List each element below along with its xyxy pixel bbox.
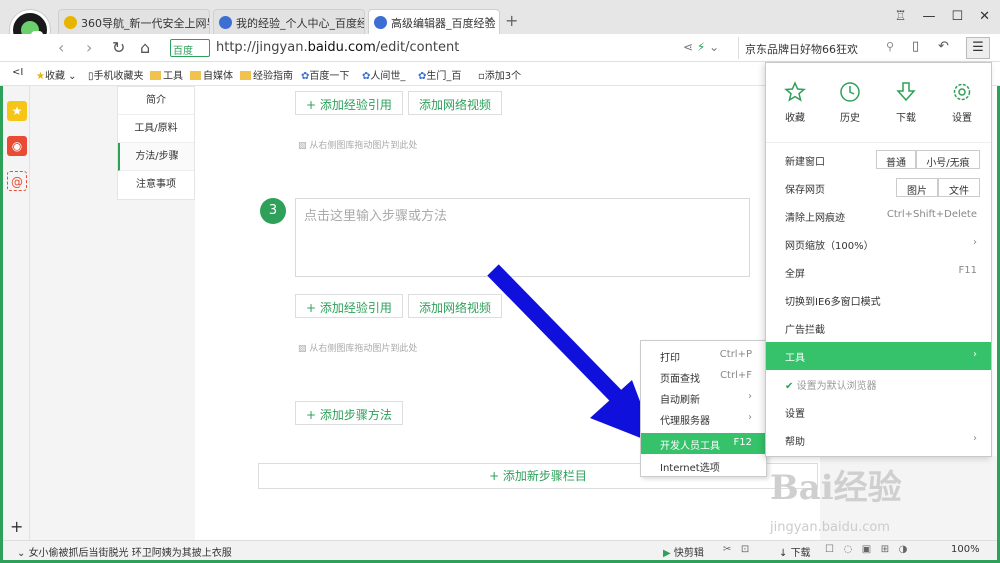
clock-icon: [840, 82, 860, 102]
menu-internet-options[interactable]: Internet选项: [641, 455, 766, 476]
new-window-private[interactable]: 小号/无痕: [916, 150, 980, 169]
check-icon: ✔: [785, 381, 794, 392]
menu-adblock[interactable]: 广告拦截: [766, 314, 991, 342]
menu-default-browser[interactable]: ✔ 设置为默认浏览器: [766, 370, 991, 398]
menu-ie6[interactable]: 切换到IE6多窗口模式: [766, 286, 991, 314]
news-ticker[interactable]: ⌄ 女小偷被抓后当街脱光 环卫阿姨为其披上衣服: [17, 544, 232, 559]
menu-history[interactable]: 历史: [830, 81, 870, 124]
menu-favorites[interactable]: 收藏: [775, 81, 815, 124]
menu-zoom[interactable]: 网页缩放（100%） ›: [766, 230, 991, 258]
status-bar: ⌄ 女小偷被抓后当街脱光 环卫阿姨为其披上衣服 ▶ 快剪辑 ✂ ⊡ ↓ 下载 ☐…: [3, 540, 997, 560]
menu-new-window[interactable]: 新建窗口 普通 小号/无痕: [766, 146, 991, 174]
menu-download[interactable]: 下载: [886, 81, 926, 124]
menu-fullscreen[interactable]: 全屏 F11: [766, 258, 991, 286]
menu-settings-item[interactable]: 设置: [766, 398, 991, 426]
status-tools-icons[interactable]: ✂ ⊡: [723, 544, 749, 555]
status-misc-icons[interactable]: ☐ ◌ ▣ ⊞ ◑: [825, 544, 907, 555]
main-menu: 收藏 历史 下载 设置 新建窗口 普通 小号/无痕 保存网页 图片 文件 清除上…: [765, 62, 992, 457]
menu-auto-refresh[interactable]: 自动刷新 ›: [641, 387, 766, 408]
quick-edit-button[interactable]: ▶ 快剪辑: [663, 544, 704, 559]
save-file[interactable]: 文件: [938, 178, 980, 197]
menu-print[interactable]: 打印 Ctrl+P: [641, 345, 766, 366]
download-status[interactable]: ↓ 下载: [779, 544, 811, 559]
menu-settings[interactable]: 设置: [942, 81, 982, 124]
save-image[interactable]: 图片: [896, 178, 938, 197]
star-icon: [784, 81, 806, 102]
zoom-level[interactable]: 100%: [951, 544, 980, 555]
menu-proxy[interactable]: 代理服务器 ›: [641, 408, 766, 429]
download-icon: [896, 82, 916, 102]
menu-dev-tools[interactable]: 开发人员工具 F12: [641, 433, 766, 454]
menu-save-page[interactable]: 保存网页 图片 文件: [766, 174, 991, 202]
tools-submenu: 打印 Ctrl+P 页面查找 Ctrl+F 自动刷新 › 代理服务器 › 开发人员工具 F…: [640, 340, 767, 477]
menu-help[interactable]: 帮助 ›: [766, 426, 991, 454]
gear-icon: [953, 83, 971, 101]
menu-find[interactable]: 页面查找 Ctrl+F: [641, 366, 766, 387]
new-window-normal[interactable]: 普通: [876, 150, 916, 169]
menu-clear-traces[interactable]: 清除上网痕迹 Ctrl+Shift+Delete: [766, 202, 991, 230]
menu-tools[interactable]: 工具 ›: [766, 342, 991, 370]
